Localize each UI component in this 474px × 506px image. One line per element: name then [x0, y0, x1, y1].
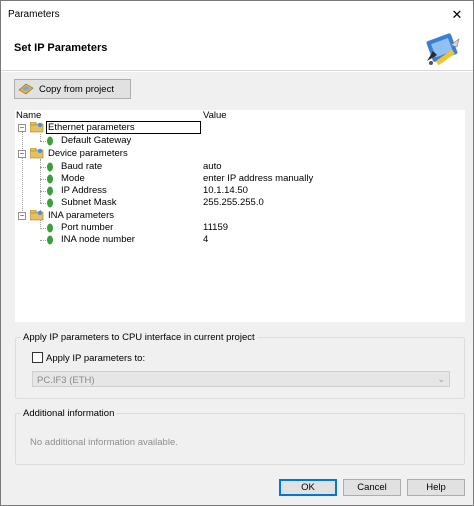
help-button[interactable]: Help [407, 479, 465, 496]
parameter-icon [47, 223, 53, 233]
parameter-icon [47, 162, 53, 172]
tree-row-mode[interactable]: Mode enter IP address manually [15, 173, 465, 185]
copy-project-icon [18, 83, 34, 95]
network-tools-icon [426, 33, 460, 66]
tree-row-label: Mode [61, 173, 85, 184]
ok-button[interactable]: OK [279, 479, 337, 496]
parameters-tree[interactable]: Name Value − Ethernet parameters Default… [15, 110, 465, 322]
parameter-icon [47, 136, 53, 146]
tree-row-port-number[interactable]: Port number 11159 [15, 222, 465, 234]
tree-row-ethernet-parameters[interactable]: − Ethernet parameters [15, 121, 465, 134]
window-title: Parameters [8, 9, 60, 20]
dialog-header: Set IP Parameters [1, 29, 473, 71]
parameter-icon [47, 174, 53, 184]
folder-icon [30, 122, 44, 133]
parameter-icon [47, 235, 53, 245]
close-button[interactable]: ✕ [449, 7, 465, 23]
tree-row-label: Device parameters [48, 148, 128, 159]
tree-row-label: Baud rate [61, 161, 103, 172]
tree-line [40, 228, 46, 229]
interface-dropdown[interactable]: PC.IF3 (ETH) ⌄ [32, 371, 450, 387]
tree-line [40, 240, 46, 241]
parameter-icon [47, 186, 53, 196]
tree-row-default-gateway[interactable]: Default Gateway [15, 135, 465, 147]
tree-row-device-parameters[interactable]: − Device parameters [15, 148, 465, 160]
tree-row-label: Subnet Mask [61, 197, 117, 208]
collapse-toggle[interactable]: − [18, 124, 26, 132]
parameter-icon [47, 198, 53, 208]
tree-line [40, 179, 46, 180]
tree-line [40, 191, 46, 192]
copy-from-project-label: Copy from project [39, 84, 114, 95]
copy-from-project-button[interactable]: Copy from project [14, 79, 131, 99]
folder-icon [30, 148, 44, 159]
tree-row-label: INA node number [61, 234, 135, 245]
cancel-button[interactable]: Cancel [343, 479, 401, 496]
tree-row-value: 10.1.14.50 [203, 185, 248, 196]
tree-row-subnet-mask[interactable]: Subnet Mask 255.255.255.0 [15, 197, 465, 209]
tree-row-value: auto [203, 161, 222, 172]
apply-ip-group: Apply IP parameters to CPU interface in … [15, 332, 465, 399]
interface-dropdown-value: PC.IF3 (ETH) [37, 375, 95, 386]
tree-line [40, 167, 46, 168]
tree-row-label: Port number [61, 222, 114, 233]
tree-row-ip-address[interactable]: IP Address 10.1.14.50 [15, 185, 465, 197]
selection-focus [46, 121, 201, 134]
page-title: Set IP Parameters [14, 42, 108, 54]
apply-ip-group-title: Apply IP parameters to CPU interface in … [21, 332, 257, 343]
additional-info-group: Additional information No additional inf… [15, 408, 465, 465]
column-header-name[interactable]: Name [16, 110, 41, 121]
tree-row-ina-node-number[interactable]: INA node number 4 [15, 234, 465, 246]
tree-row-value: 255.255.255.0 [203, 197, 264, 208]
collapse-toggle[interactable]: − [18, 150, 26, 158]
tree-row-value: 4 [203, 234, 209, 245]
tree-row-label: IP Address [61, 185, 107, 196]
title-bar[interactable]: Parameters ✕ [1, 1, 473, 29]
tree-row-baud-rate[interactable]: Baud rate auto [15, 161, 465, 173]
tree-line [40, 141, 46, 142]
dialog-content: Copy from project Name Value − Ethernet … [1, 72, 473, 505]
additional-info-text: No additional information available. [30, 437, 178, 448]
chevron-down-icon: ⌄ [437, 374, 445, 384]
additional-info-title: Additional information [21, 408, 117, 419]
column-header-value[interactable]: Value [203, 110, 227, 121]
tree-row-label: INA parameters [48, 210, 114, 221]
collapse-toggle[interactable]: − [18, 212, 26, 220]
tree-row-value: enter IP address manually [203, 173, 314, 184]
tree-line [40, 203, 46, 204]
parameters-dialog: Parameters ✕ Set IP Parameters Copy from… [0, 0, 474, 506]
tree-row-ina-parameters[interactable]: − INA parameters [15, 210, 465, 222]
apply-ip-checkbox[interactable] [32, 352, 43, 363]
apply-ip-checkbox-label[interactable]: Apply IP parameters to: [46, 353, 145, 364]
tree-row-value: 11159 [203, 222, 229, 233]
tree-row-label: Default Gateway [61, 135, 132, 146]
folder-icon [30, 210, 44, 221]
